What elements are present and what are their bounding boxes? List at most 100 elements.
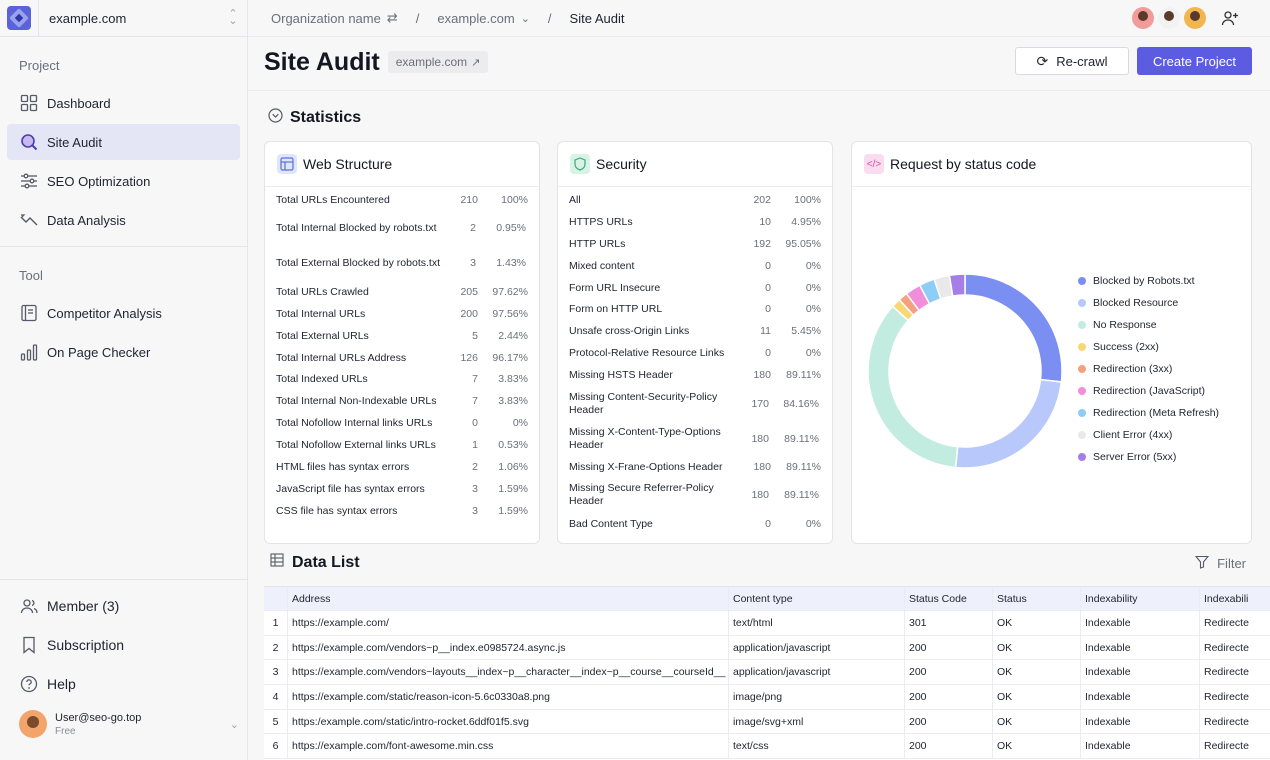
column-header[interactable]: Indexabili — [1200, 587, 1270, 610]
sidebar-item-data-analysis[interactable]: Data Analysis — [7, 202, 240, 238]
stat-row: Total URLs Crawled 205 97.62% — [265, 281, 539, 303]
legend-label: Redirection (3xx) — [1093, 363, 1173, 375]
chart-legend: Blocked by Robots.txt Blocked Resource No … — [1078, 270, 1219, 468]
recrawl-label: Re-crawl — [1056, 53, 1108, 69]
stat-label: Total External Blocked by robots.txt — [276, 256, 440, 269]
page-header: Site Audit example.com ↗ ⟳ Re-crawl Creat… — [264, 40, 1252, 84]
sidebar-item-site-audit[interactable]: Site Audit — [7, 124, 240, 160]
stat-label: Total Nofollow External links URLs — [276, 439, 436, 452]
legend-item[interactable]: Redirection (Meta Refresh) — [1078, 402, 1219, 424]
avatar[interactable] — [1158, 7, 1180, 29]
stat-count: 2 — [472, 460, 478, 473]
stat-label: JavaScript file has syntax errors — [276, 482, 425, 495]
table-row[interactable]: 4 https://example.com/static/reason-icon-… — [264, 685, 1270, 710]
sidebar-item-help[interactable]: Help — [7, 666, 240, 702]
column-header[interactable]: Address — [288, 587, 729, 610]
legend-swatch — [1078, 321, 1086, 329]
stat-label: Total URLs Crawled — [276, 285, 369, 298]
table-header-row: Address Content type Status Code Status … — [264, 587, 1270, 611]
statistics-header[interactable]: Statistics — [268, 108, 361, 128]
page-title: Site Audit — [264, 47, 380, 76]
sidebar-item-seo-optimization[interactable]: SEO Optimization — [7, 163, 240, 199]
legend-swatch — [1078, 365, 1086, 373]
avatar[interactable] — [1132, 7, 1154, 29]
column-header[interactable]: Indexability — [1081, 587, 1200, 610]
breadcrumb-separator: / — [547, 10, 552, 26]
legend-item[interactable]: Client Error (4xx) — [1078, 424, 1219, 446]
avatar — [19, 710, 47, 738]
donut-slice[interactable] — [948, 273, 966, 297]
table-row[interactable]: 5 https:/example.com/static/intro-rocket.… — [264, 709, 1270, 735]
security-rows: All 202 100% HTTPS URLs 10 4.95% HTTP URLs 192 9… — [558, 187, 832, 535]
donut-slice[interactable] — [867, 305, 959, 469]
legend-item[interactable]: Success (2xx) — [1078, 336, 1219, 358]
table-row[interactable]: 6 https://example.com/font-awesome.min.cs… — [264, 734, 1270, 760]
sidebar-item-competitor-analysis[interactable]: Competitor Analysis — [7, 295, 240, 331]
external-link-icon: ↗ — [471, 56, 481, 69]
stat-row: HTTP URLs 192 95.05% — [558, 233, 832, 255]
tool-section-title: Tool — [19, 268, 43, 283]
stat-percent: 84.16% — [783, 397, 819, 410]
stat-count: 3 — [472, 482, 478, 495]
table-row[interactable]: 1 https://example.com/text/html 301 OK Index… — [264, 611, 1270, 636]
sidebar-item-subscription[interactable]: Subscription — [7, 627, 240, 663]
column-header[interactable]: Status — [993, 587, 1081, 610]
table-row[interactable]: 3 https://example.com/vendors~layouts__in… — [264, 660, 1270, 686]
legend-label: Blocked by Robots.txt — [1093, 275, 1195, 287]
stat-label: Missing X-Content-Type-Options Header — [569, 425, 721, 451]
legend-item[interactable]: Redirection (JavaScript) — [1078, 380, 1219, 402]
stat-row: Missing X-Frane-Options Header 180 89.11% — [558, 456, 832, 478]
divider — [38, 0, 39, 36]
cell-indexability: Indexable — [1081, 709, 1200, 734]
card-header: Security — [558, 142, 832, 187]
avatar[interactable] — [1184, 7, 1206, 29]
statistics-title: Statistics — [290, 109, 362, 126]
sidebar-item-on-page-checker[interactable]: On Page Checker — [7, 334, 240, 370]
stat-row: Unsafe cross-Origin Links 11 5.45% — [558, 320, 832, 342]
column-header-index — [264, 587, 288, 610]
filter-button[interactable]: Filter — [1194, 555, 1246, 572]
breadcrumb-project[interactable]: example.com ⌄ — [437, 11, 530, 26]
stat-row: JavaScript file has syntax errors 3 1.59% — [265, 478, 539, 500]
stat-label: HTTPS URLs — [569, 215, 633, 228]
web-structure-card: Web Structure Total URLs Encountered 210 1… — [264, 141, 540, 544]
stat-row: Total Internal Blocked by robots.txt 2 0.9… — [265, 211, 539, 246]
sidebar-item-label: SEO Optimization — [47, 173, 151, 189]
breadcrumb-project-label: example.com — [437, 10, 515, 26]
legend-item[interactable]: Redirection (3xx) — [1078, 358, 1219, 380]
stat-row: Total External URLs 5 2.44% — [265, 325, 539, 347]
stat-percent: 0% — [805, 281, 821, 294]
legend-label: Redirection (JavaScript) — [1093, 385, 1206, 397]
legend-item[interactable]: Blocked by Robots.txt — [1078, 270, 1219, 292]
donut-slice[interactable] — [964, 273, 1063, 383]
stat-percent: 89.11% — [786, 460, 821, 473]
column-header[interactable]: Content type — [729, 587, 905, 610]
stat-count: 192 — [753, 237, 771, 250]
domain-link[interactable]: example.com ↗ — [387, 51, 489, 73]
create-project-button[interactable]: Create Project — [1137, 47, 1252, 75]
project-switcher[interactable]: example.com ⌃ ⌄ — [0, 0, 247, 37]
legend-item[interactable]: Blocked Resource — [1078, 292, 1219, 314]
donut-slice[interactable] — [954, 378, 1063, 469]
stat-percent: 1.06% — [498, 460, 528, 473]
stat-count: 180 — [753, 369, 771, 382]
sidebar-item-dashboard[interactable]: Dashboard — [7, 85, 240, 121]
table-row[interactable]: 2 https://example.com/vendors~p__index.e0… — [264, 635, 1270, 661]
stat-percent: 2.44% — [498, 329, 528, 342]
card-title: Request by status code — [890, 156, 1037, 172]
cell-address: https://example.com/font-awesome.min.css — [288, 734, 729, 759]
table-icon — [270, 553, 284, 572]
user-menu[interactable]: User@seo-go.top Free ⌄ — [19, 708, 239, 740]
divider — [0, 579, 247, 580]
chevron-updown-icon[interactable]: ⌃ ⌄ — [219, 9, 247, 27]
card-header: </> Request by status code — [852, 142, 1251, 187]
breadcrumb-org[interactable]: Organization name ⇄ — [271, 10, 398, 26]
recrawl-button[interactable]: ⟳ Re-crawl — [1015, 47, 1129, 75]
add-user-icon[interactable] — [1220, 8, 1240, 28]
sidebar-item-member[interactable]: Member (3) — [7, 588, 240, 624]
stat-row: Total URLs Encountered 210 100% — [265, 189, 539, 211]
legend-item[interactable]: No Response — [1078, 314, 1219, 336]
stat-row: Form URL Insecure 0 0% — [558, 277, 832, 299]
column-header[interactable]: Status Code — [905, 587, 993, 610]
legend-item[interactable]: Server Error (5xx) — [1078, 446, 1219, 468]
